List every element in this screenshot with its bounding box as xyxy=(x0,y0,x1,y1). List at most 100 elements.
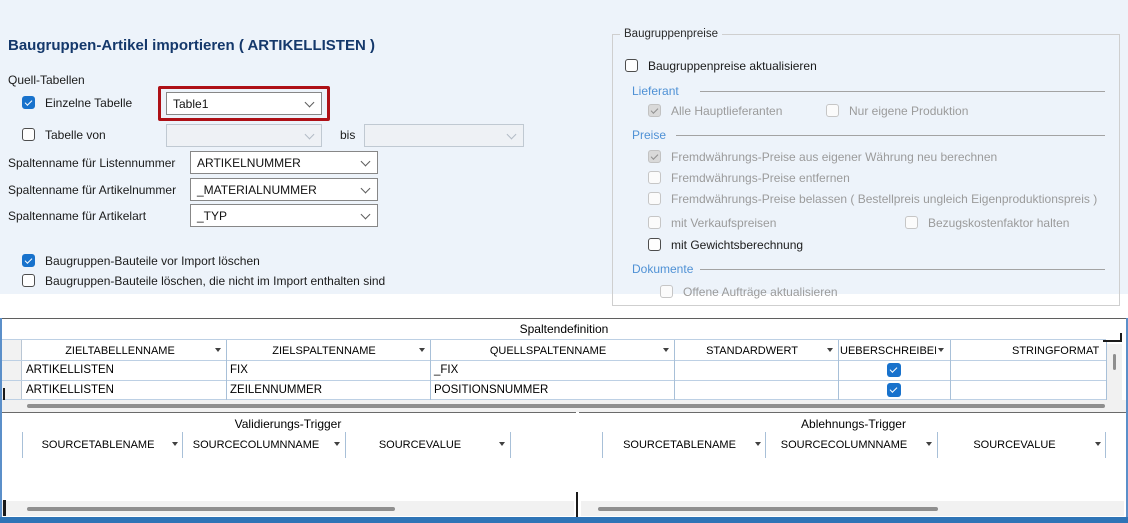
scrollbar-thumb[interactable] xyxy=(27,507,395,511)
chevron-down-icon xyxy=(361,210,371,220)
column-header-sourcetablename[interactable]: SOURCETABLENAME xyxy=(602,439,757,451)
vertical-scrollbar[interactable] xyxy=(1107,344,1122,400)
filter-arrow-icon[interactable] xyxy=(755,442,761,446)
section-divider xyxy=(700,269,1105,270)
bauteile-loeschen-nicht-im-import-checkbox[interactable] xyxy=(22,274,35,287)
bezugskostenfaktor-halten-label: Bezugskostenfaktor halten xyxy=(928,216,1069,230)
baugruppenpreise-aktualisieren-label: Baugruppenpreise aktualisieren xyxy=(648,59,817,73)
section-divider xyxy=(676,135,1105,136)
filter-arrow-icon[interactable] xyxy=(334,442,340,446)
page-title: Baugruppen-Artikel importieren ( ARTIKEL… xyxy=(8,37,375,54)
artikelnummer-label: Spaltenname für Artikelnummer xyxy=(8,183,176,197)
fremdwaehrung-belassen-checkbox xyxy=(648,192,661,205)
grid-line xyxy=(510,432,511,458)
alle-hauptlieferanten-label: Alle Hauptlieferanten xyxy=(671,104,782,118)
grid-cell[interactable]: _FIX xyxy=(434,364,458,376)
listennummer-combo[interactable]: ARTIKELNUMMER xyxy=(190,151,378,174)
artikelnummer-combo-value: _MATERIALNUMMER xyxy=(197,183,317,197)
column-header-quellspaltenname[interactable]: QUELLSPALTENNAME xyxy=(430,345,666,357)
section-divider xyxy=(700,91,1105,92)
mit-verkaufspreisen-label: mit Verkaufspreisen xyxy=(671,216,776,230)
dokumente-section-label: Dokumente xyxy=(632,262,693,276)
chevron-down-icon xyxy=(305,130,315,140)
einzelne-tabelle-checkbox[interactable] xyxy=(22,96,35,109)
filter-arrow-icon[interactable] xyxy=(827,348,833,352)
grid-cell[interactable]: POSITIONSNUMMER xyxy=(434,384,548,396)
nur-eigene-produktion-checkbox xyxy=(826,104,839,117)
tabelle-von-checkbox[interactable] xyxy=(22,128,35,141)
filter-arrow-icon[interactable] xyxy=(419,348,425,352)
ueberschreiben-checkbox[interactable] xyxy=(887,383,901,397)
mit-gewichtsberechnung-checkbox[interactable] xyxy=(648,238,661,251)
chevron-down-icon xyxy=(361,157,371,167)
einzelne-tabelle-label: Einzelne Tabelle xyxy=(45,96,132,110)
baugruppenpreise-legend: Baugruppenpreise xyxy=(620,28,722,40)
ablehnungs-trigger-title: Ablehnungs-Trigger xyxy=(579,417,1128,431)
tabelle-bis-combo xyxy=(364,124,524,147)
preise-section-label: Preise xyxy=(632,128,666,142)
column-header-stringformat[interactable]: STRINGFORMAT xyxy=(950,345,1107,357)
column-header-sourcecolumnname[interactable]: SOURCECOLUMNNAME xyxy=(765,439,923,451)
fremdwaehrung-neu-berechnen-checkbox xyxy=(648,150,661,163)
import-window: SourceInfos Artikel Trigger Lieferant Sp… xyxy=(0,0,1128,523)
artikelart-label: Spaltenname für Artikelart xyxy=(8,209,146,223)
ueberschreiben-checkbox[interactable] xyxy=(887,363,901,377)
bezugskostenfaktor-halten-checkbox xyxy=(905,216,918,229)
filter-arrow-icon[interactable] xyxy=(926,442,932,446)
column-header-zieltabellenname[interactable]: ZIELTABELLENNAME xyxy=(22,345,218,357)
filter-arrow-icon[interactable] xyxy=(938,348,944,352)
offene-auftraege-label: Offene Aufträge aktualisieren xyxy=(683,285,838,299)
filter-arrow-icon[interactable] xyxy=(663,348,669,352)
column-header-sourcevalue[interactable]: SOURCEVALUE xyxy=(937,439,1092,451)
scrollbar-thumb[interactable] xyxy=(1113,354,1116,370)
grid-line xyxy=(1105,432,1106,458)
grid-line xyxy=(838,340,839,400)
annotation-highlight-box xyxy=(158,86,330,121)
column-header-ueberschreiben[interactable]: UEBERSCHREIBEN xyxy=(840,345,936,357)
column-header-zielspaltenname[interactable]: ZIELSPALTENNAME xyxy=(226,345,422,357)
grid-line xyxy=(0,380,1106,381)
validierungs-trigger-title: Validierungs-Trigger xyxy=(0,417,576,431)
column-header-standardwert[interactable]: STANDARDWERT xyxy=(674,345,830,357)
panel-divider[interactable] xyxy=(576,492,578,517)
artikelart-combo[interactable]: _TYP xyxy=(190,204,378,227)
column-header-sourcecolumnname[interactable]: SOURCECOLUMNNAME xyxy=(182,439,330,451)
grid-line xyxy=(0,339,1106,340)
chevron-down-icon xyxy=(361,184,371,194)
grid-cell[interactable]: ARTIKELLISTEN xyxy=(26,364,114,376)
grid-cell[interactable]: FIX xyxy=(230,364,248,376)
fremdwaehrung-neu-berechnen-label: Fremdwährungs-Preise aus eigener Währung… xyxy=(671,150,997,164)
grid-cell[interactable]: ARTIKELLISTEN xyxy=(26,384,114,396)
fremdwaehrung-belassen-label: Fremdwährungs-Preise belassen ( Bestellp… xyxy=(671,192,1097,206)
grid-corner-mark xyxy=(3,500,6,516)
artikelnummer-combo[interactable]: _MATERIALNUMMER xyxy=(190,178,378,201)
window-border-bottom xyxy=(0,517,1128,523)
mit-gewichtsberechnung-label: mit Gewichtsberechnung xyxy=(671,238,803,252)
chevron-down-icon xyxy=(507,130,517,140)
lieferant-section-label: Lieferant xyxy=(632,84,679,98)
nur-eigene-produktion-label: Nur eigene Produktion xyxy=(849,104,968,118)
scrollbar-thumb[interactable] xyxy=(598,507,938,511)
filter-arrow-icon[interactable] xyxy=(215,348,221,352)
window-border-left xyxy=(0,318,2,517)
bauteile-vor-import-loeschen-label: Baugruppen-Bauteile vor Import löschen xyxy=(45,254,260,268)
column-header-sourcevalue[interactable]: SOURCEVALUE xyxy=(345,439,495,451)
baugruppenpreise-aktualisieren-checkbox[interactable] xyxy=(625,59,638,72)
artikelart-combo-value: _TYP xyxy=(197,209,227,223)
bauteile-vor-import-loeschen-checkbox[interactable] xyxy=(22,254,35,267)
scrollbar-thumb[interactable] xyxy=(27,404,1105,408)
listennummer-combo-value: ARTIKELNUMMER xyxy=(197,156,301,170)
mit-verkaufspreisen-checkbox xyxy=(648,216,661,229)
tabelle-von-label: Tabelle von xyxy=(45,128,106,142)
alle-hauptlieferanten-checkbox xyxy=(648,104,661,117)
filter-arrow-icon[interactable] xyxy=(1095,442,1101,446)
grid-line xyxy=(0,360,1106,361)
bauteile-loeschen-nicht-im-import-label: Baugruppen-Bauteile löschen, die nicht i… xyxy=(45,274,385,288)
filter-arrow-icon[interactable] xyxy=(499,442,505,446)
grid-cell[interactable]: ZEILENNUMMER xyxy=(230,384,322,396)
filter-arrow-icon[interactable] xyxy=(172,442,178,446)
quell-tabellen-section-label: Quell-Tabellen xyxy=(8,73,85,87)
column-header-sourcetablename[interactable]: SOURCETABLENAME xyxy=(22,439,174,451)
listennummer-label: Spaltenname für Listennummer xyxy=(8,156,175,170)
grid-corner-mark xyxy=(1120,333,1122,342)
